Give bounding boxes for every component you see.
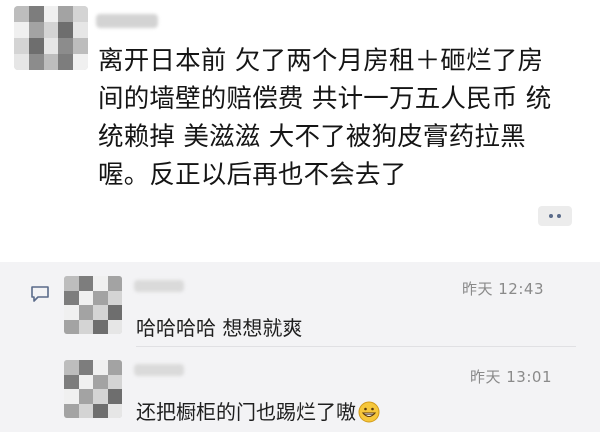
- avatar-pixel: [93, 374, 108, 389]
- post-text-line: 间的墙壁的赔偿费 共计一万五人民币 统: [98, 84, 552, 114]
- avatar-pixel: [14, 6, 29, 22]
- avatar-pixel: [107, 374, 122, 389]
- avatar-pixel: [107, 360, 122, 375]
- ellipsis-icon: [557, 214, 561, 218]
- avatar-pixel: [73, 22, 88, 38]
- avatar-pixel: [28, 54, 44, 70]
- avatar-pixel: [93, 360, 108, 375]
- avatar-pixel: [28, 6, 44, 22]
- avatar-pixel: [14, 38, 29, 54]
- avatar-pixel: [58, 22, 74, 38]
- avatar-pixel: [43, 54, 59, 70]
- avatar-pixel: [78, 360, 93, 375]
- post-text-line: 离开日本前 欠了两个月房租＋砸烂了房: [98, 46, 544, 76]
- comment-bubble-icon: [31, 286, 49, 302]
- comment-text-row: 还把橱柜的门也踢烂了嗷: [136, 396, 380, 425]
- comment-time: 昨天 13:01: [470, 368, 552, 386]
- avatar-pixel: [78, 305, 93, 320]
- avatar-pixel: [64, 319, 79, 334]
- avatar-pixel: [43, 6, 59, 22]
- post-text: 离开日本前 欠了两个月房租＋砸烂了房 间的墙壁的赔偿费 共计一万五人民币 统 统…: [98, 42, 598, 194]
- avatar-pixel: [64, 360, 79, 375]
- commenter-avatar[interactable]: [64, 276, 122, 334]
- ellipsis-icon: [549, 214, 553, 218]
- post-text-line: 喔。反正以后再也不会去了: [98, 160, 407, 190]
- grinning-face-icon: [358, 401, 380, 423]
- avatar-pixel: [93, 276, 108, 291]
- avatar-pixel: [93, 290, 108, 305]
- avatar-pixel: [64, 403, 79, 418]
- comment-divider: [136, 346, 576, 347]
- comment-text: 哈哈哈哈 想想就爽: [136, 316, 303, 340]
- avatar-pixel: [78, 389, 93, 404]
- commenter-name[interactable]: [134, 364, 184, 376]
- author-avatar[interactable]: [14, 6, 88, 70]
- post-text-line: 统赖掉 美滋滋 大不了被狗皮膏药拉黑: [98, 122, 526, 152]
- comment-section: 昨天 12:43 哈哈哈哈 想想就爽 昨天 13:01 还把橱柜的门也踢烂了嗷: [0, 262, 600, 432]
- avatar-pixel: [28, 22, 44, 38]
- avatar-pixel: [73, 38, 88, 54]
- avatar-pixel: [28, 38, 44, 54]
- avatar-pixel: [64, 389, 79, 404]
- avatar-pixel: [14, 22, 29, 38]
- avatar-pixel: [64, 290, 79, 305]
- avatar-pixel: [107, 403, 122, 418]
- avatar-pixel: [93, 319, 108, 334]
- avatar-pixel: [93, 389, 108, 404]
- author-name[interactable]: [96, 14, 158, 28]
- avatar-pixel: [78, 403, 93, 418]
- avatar-pixel: [107, 305, 122, 320]
- avatar-pixel: [93, 305, 108, 320]
- avatar-pixel: [78, 374, 93, 389]
- comment-time: 昨天 12:43: [462, 280, 544, 298]
- more-actions-button[interactable]: [538, 206, 572, 226]
- avatar-pixel: [107, 276, 122, 291]
- avatar-pixel: [78, 319, 93, 334]
- avatar-pixel: [64, 276, 79, 291]
- avatar-pixel: [78, 276, 93, 291]
- avatar-pixel: [107, 290, 122, 305]
- avatar-pixel: [43, 22, 59, 38]
- avatar-pixel: [73, 54, 88, 70]
- avatar-pixel: [64, 374, 79, 389]
- commenter-avatar[interactable]: [64, 360, 122, 418]
- avatar-pixel: [58, 38, 74, 54]
- avatar-pixel: [93, 403, 108, 418]
- comment-text: 还把橱柜的门也踢烂了嗷: [136, 400, 356, 424]
- avatar-pixel: [14, 54, 29, 70]
- commenter-name[interactable]: [134, 280, 184, 292]
- moment-post: 离开日本前 欠了两个月房租＋砸烂了房 间的墙壁的赔偿费 共计一万五人民币 统 统…: [0, 0, 600, 258]
- avatar-pixel: [73, 6, 88, 22]
- avatar-pixel: [58, 54, 74, 70]
- avatar-pixel: [107, 389, 122, 404]
- avatar-pixel: [64, 305, 79, 320]
- avatar-pixel: [58, 6, 74, 22]
- avatar-pixel: [78, 290, 93, 305]
- avatar-pixel: [43, 38, 59, 54]
- avatar-pixel: [107, 319, 122, 334]
